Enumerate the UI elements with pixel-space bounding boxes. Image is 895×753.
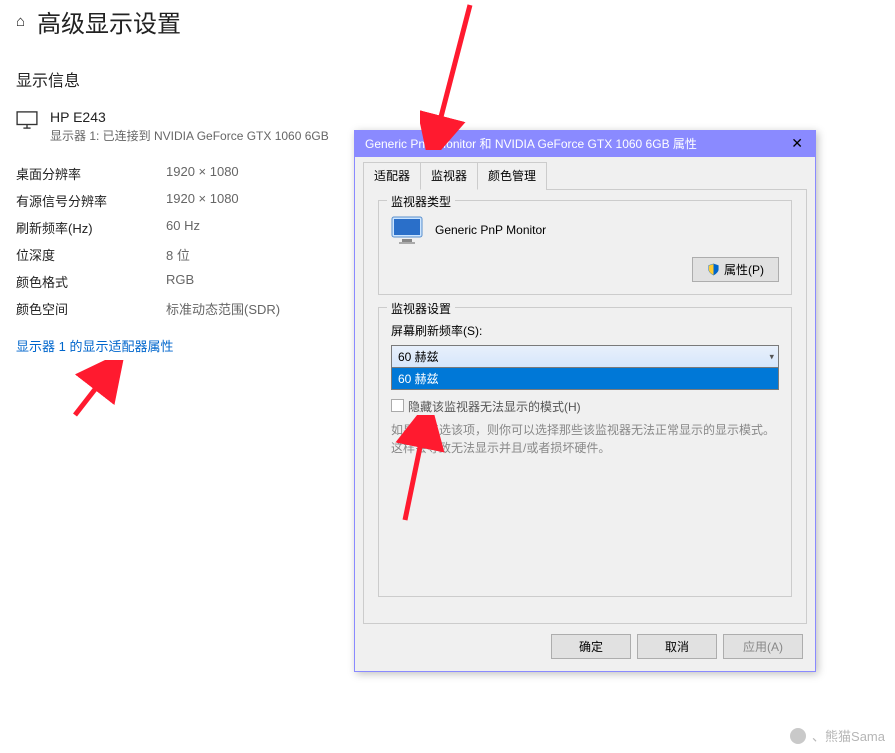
combo-list: 60 赫兹 [391,368,779,390]
tab-adapter[interactable]: 适配器 [363,162,421,190]
prop-label: 位深度 [16,245,166,264]
dialog-titlebar[interactable]: Generic PnP Monitor 和 NVIDIA GeForce GTX… [355,131,815,157]
prop-value: 60 Hz [166,218,200,237]
prop-value: 1920 × 1080 [166,164,239,183]
weibo-icon [790,728,806,744]
shield-icon [707,263,720,276]
properties-button-label: 属性(P) [724,261,764,278]
watermark-text: 、熊猫Sama [812,726,885,745]
monitor-name: HP E243 [50,109,329,125]
page-title: 高级显示设置 [37,4,181,39]
hide-modes-checkbox-row[interactable]: 隐藏该监视器无法显示的模式(H) [391,398,779,415]
prop-label: 颜色格式 [16,272,166,291]
dialog-buttons: 确定 取消 应用(A) [363,624,807,663]
section-title: 显示信息 [16,67,879,91]
home-icon[interactable]: ⌂ [16,13,25,30]
cancel-button[interactable]: 取消 [637,634,717,659]
combo-item[interactable]: 60 赫兹 [392,368,778,389]
monitor-type-icon [391,215,425,245]
checkbox-label: 隐藏该监视器无法显示的模式(H) [408,398,581,415]
tab-content: 监视器类型 Generic PnP Monitor [363,190,807,624]
chevron-down-icon: ▾ [769,351,774,362]
dialog-body: 适配器 监视器 颜色管理 监视器类型 Generic PnP Monitor [355,157,815,671]
annotation-arrow-icon [65,360,125,420]
watermark: 、熊猫Sama [790,726,885,745]
prop-label: 有源信号分辨率 [16,191,166,210]
hint-text: 如果不复选该项，则你可以选择那些该监视器无法正常显示的显示模式。这样会导致无法显… [391,421,779,457]
prop-value: 8 位 [166,245,190,264]
adapter-properties-link[interactable]: 显示器 1 的显示适配器属性 [16,339,173,354]
prop-label: 刷新频率(Hz) [16,218,166,237]
prop-value: 1920 × 1080 [166,191,239,210]
prop-label: 桌面分辨率 [16,164,166,183]
properties-button[interactable]: 属性(P) [692,257,779,282]
tab-monitor[interactable]: 监视器 [420,162,478,190]
header: ⌂ 高级显示设置 [16,4,879,39]
prop-label: 颜色空间 [16,299,166,318]
ok-button[interactable]: 确定 [551,634,631,659]
tab-color[interactable]: 颜色管理 [477,162,547,190]
tabs: 适配器 监视器 颜色管理 [363,161,807,190]
apply-button[interactable]: 应用(A) [723,634,803,659]
monitor-type-group: 监视器类型 Generic PnP Monitor [378,200,792,295]
checkbox-icon[interactable] [391,399,404,412]
monitor-type-name: Generic PnP Monitor [435,223,546,237]
combo-value: 60 赫兹 [398,350,439,364]
monitor-icon [16,111,38,129]
prop-value: 标准动态范围(SDR) [166,299,280,318]
monitor-desc: 显示器 1: 已连接到 NVIDIA GeForce GTX 1060 6GB [50,127,329,144]
monitor-settings-group: 监视器设置 屏幕刷新频率(S): 60 赫兹 ▾ 60 赫兹 隐藏该监视器无法显… [378,307,792,597]
prop-value: RGB [166,272,194,291]
group-title: 监视器类型 [387,193,455,210]
refresh-rate-label: 屏幕刷新频率(S): [391,322,779,339]
combo-selected[interactable]: 60 赫兹 ▾ [391,345,779,368]
monitor-properties-dialog: Generic PnP Monitor 和 NVIDIA GeForce GTX… [354,130,816,672]
dialog-title: Generic PnP Monitor 和 NVIDIA GeForce GTX… [365,135,697,152]
close-icon[interactable]: ✕ [785,135,809,152]
group-title: 监视器设置 [387,300,455,317]
refresh-rate-combo[interactable]: 60 赫兹 ▾ 60 赫兹 [391,345,779,390]
